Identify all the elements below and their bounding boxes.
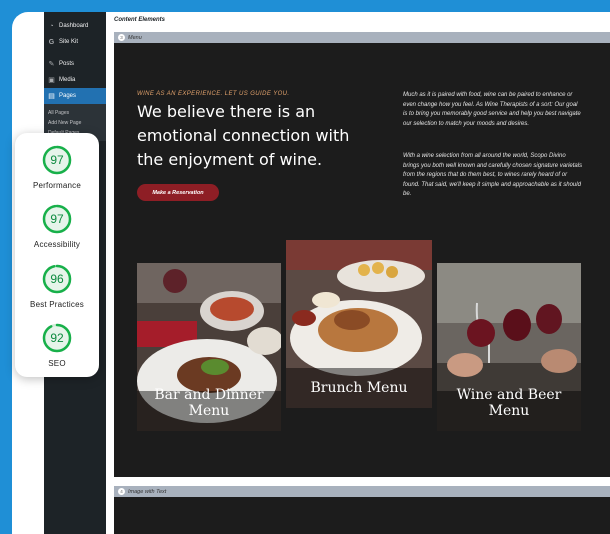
make-reservation-button[interactable]: Make a Reservation	[137, 184, 219, 201]
intro-paragraph-2: With a wine selection from all around th…	[403, 153, 583, 197]
editor-area: Content Elements 3 Menu WINE AS AN EXPER…	[106, 12, 610, 534]
score-name: Performance	[33, 181, 81, 190]
media-icon: ▣	[48, 77, 55, 84]
sidebar-item-label: Media	[59, 77, 76, 83]
sidebar-item-media[interactable]: ▣ Media	[44, 72, 106, 88]
sidebar-item-pages[interactable]: ▤ Pages	[44, 88, 106, 104]
section-number: 4	[118, 488, 125, 495]
section-header-image-with-text[interactable]: 4 Image with Text	[114, 486, 610, 497]
score-name: Best Practices	[30, 300, 84, 309]
score-gauge: 96	[41, 263, 73, 295]
section-label: Menu	[128, 34, 142, 41]
score-name: SEO	[48, 359, 66, 368]
pages-icon: ▤	[48, 93, 55, 100]
intro-paragraph-1: Much as it is paired with food, wine can…	[403, 92, 581, 127]
wine-beer-menu-label: Wine and Beer Menu	[456, 387, 562, 419]
sidebar-item-dashboard[interactable]: ◔ Dashboard	[44, 18, 106, 34]
section-number: 3	[118, 34, 125, 41]
menu-section-preview: WINE AS AN EXPERIENCE. LET US GUIDE YOU.…	[114, 43, 610, 477]
sidebar-item-label: Pages	[59, 93, 77, 99]
app-frame: ◔ Dashboard G Site Kit ✎ Posts ▣ Media ▤…	[12, 12, 610, 534]
score-seo: 92 SEO	[15, 322, 99, 368]
sidebar-item-label: Site Kit	[59, 39, 79, 45]
bar-dinner-menu-label: Bar and Dinner Menu	[154, 387, 264, 419]
editor-title: Content Elements	[114, 17, 166, 23]
score-performance: 97 Performance	[15, 144, 99, 190]
sidebar-item-site-kit[interactable]: G Site Kit	[44, 34, 106, 50]
sidebar-item-label: Dashboard	[59, 23, 89, 29]
submenu-add-new-page[interactable]: Add New Page	[44, 118, 106, 128]
menu-card-bar-dinner[interactable]: Bar and Dinner Menu	[137, 263, 281, 431]
brunch-menu-label: Brunch Menu	[310, 380, 408, 396]
score-accessibility: 97 Accessibility	[15, 203, 99, 249]
score-value: 92	[50, 331, 64, 345]
sidebar-item-label: Posts	[59, 61, 75, 67]
hero-eyebrow: WINE AS AN EXPERIENCE. LET US GUIDE YOU.	[137, 91, 290, 97]
submenu-all-pages[interactable]: All Pages	[44, 108, 106, 118]
dashboard-icon: ◔	[49, 22, 54, 30]
score-best-practices: 96 Best Practices	[15, 263, 99, 309]
image-with-text-preview	[114, 497, 610, 534]
score-value: 97	[50, 212, 64, 226]
google-g-icon: G	[48, 38, 55, 46]
score-name: Accessibility	[33, 240, 81, 249]
menu-card-wine-beer[interactable]: Wine and Beer Menu	[437, 263, 581, 431]
score-value: 97	[50, 153, 64, 167]
score-gauge: 92	[41, 322, 73, 354]
score-value: 96	[50, 272, 64, 286]
score-gauge: 97	[41, 144, 73, 176]
lighthouse-scores-panel: 97 Performance 97 Accessibility 96 Best …	[15, 133, 99, 377]
menu-card-brunch[interactable]: Brunch Menu	[286, 240, 432, 408]
pin-icon: ✎	[48, 61, 55, 68]
sidebar-item-posts[interactable]: ✎ Posts	[44, 56, 106, 72]
section-label: Image with Text	[128, 488, 167, 495]
hero-headline: We believe there is an emotional connect…	[137, 102, 350, 169]
score-gauge: 97	[41, 203, 73, 235]
section-header-menu[interactable]: 3 Menu	[114, 32, 610, 43]
